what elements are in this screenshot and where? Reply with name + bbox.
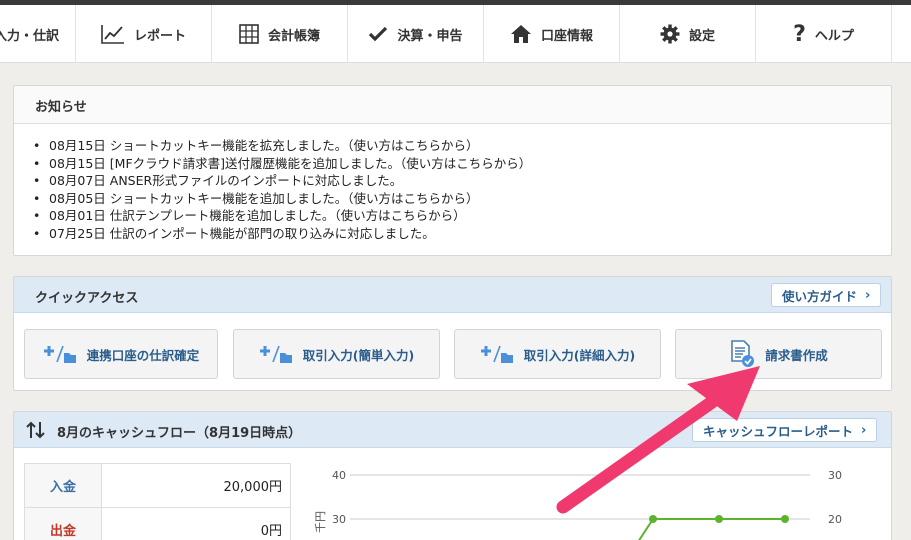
annotation-arrow	[556, 366, 760, 514]
